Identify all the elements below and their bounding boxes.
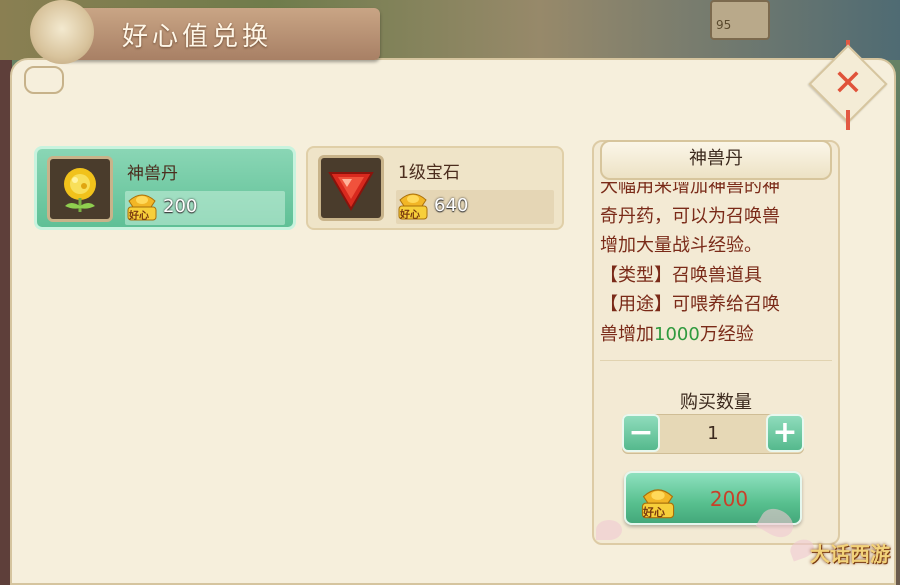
- goodheart-coin-icon: 好心: [125, 187, 159, 223]
- desc-line: 增加大量战斗经验。: [600, 235, 762, 256]
- close-icon[interactable]: ✕: [820, 56, 876, 112]
- buy-price: 200: [709, 487, 749, 511]
- goodheart-coin-icon: 好心: [638, 481, 678, 521]
- red-gem-icon: [318, 155, 384, 221]
- quantity-plus-button[interactable]: +: [766, 414, 804, 452]
- golden-flower-icon: [47, 156, 113, 222]
- detail-title: 神兽丹: [689, 148, 743, 169]
- background-level-badge: 95: [710, 0, 770, 40]
- desc-type-line: 【类型】召唤兽道具: [600, 264, 762, 286]
- item-price: 640: [434, 195, 469, 216]
- item-name: 神兽丹: [127, 164, 178, 184]
- desc-text: 兽增加: [600, 323, 654, 345]
- item-card-shenshoudan[interactable]: 神兽丹 好心 200: [34, 146, 296, 230]
- close-tassel: [846, 110, 850, 130]
- price-bar: 好心 640: [396, 190, 554, 224]
- desc-highlight-number: 1000: [654, 323, 700, 345]
- item-name: 1级宝石: [398, 163, 460, 183]
- desc-use-line: 兽增加1000万经验: [600, 320, 826, 350]
- item-price: 200: [163, 196, 198, 217]
- quantity-value[interactable]: 1: [660, 423, 766, 444]
- quantity-minus-button[interactable]: −: [622, 414, 660, 452]
- coin-label: 好心: [129, 211, 149, 222]
- item-card-gem[interactable]: 1级宝石 好心 640: [306, 146, 564, 230]
- panel-corner-deco: [24, 66, 64, 94]
- desc-line: 奇丹药，可以为召唤兽: [600, 205, 780, 227]
- game-logo-watermark: 大话西游: [810, 542, 890, 566]
- title-knot-deco: [30, 0, 94, 64]
- detail-description[interactable]: 大幅用来增加神兽的神 奇丹药，可以为召唤兽 增加大量战斗经验。 【类型】召唤兽道…: [600, 182, 826, 352]
- divider: [600, 360, 832, 361]
- desc-text: 万经验: [699, 323, 754, 345]
- price-bar: 好心 200: [125, 191, 285, 225]
- goodheart-coin-icon: 好心: [396, 186, 430, 222]
- desc-line: 大幅用来增加神兽的神: [600, 182, 780, 197]
- petal-deco: [596, 520, 622, 540]
- desc-use-line: 【用途】可喂养给召唤: [600, 294, 780, 315]
- coin-label: 好心: [643, 506, 665, 519]
- quantity-label: 购买数量: [680, 392, 752, 413]
- window-title: 好心值兑换: [122, 22, 273, 52]
- coin-label: 好心: [400, 210, 420, 221]
